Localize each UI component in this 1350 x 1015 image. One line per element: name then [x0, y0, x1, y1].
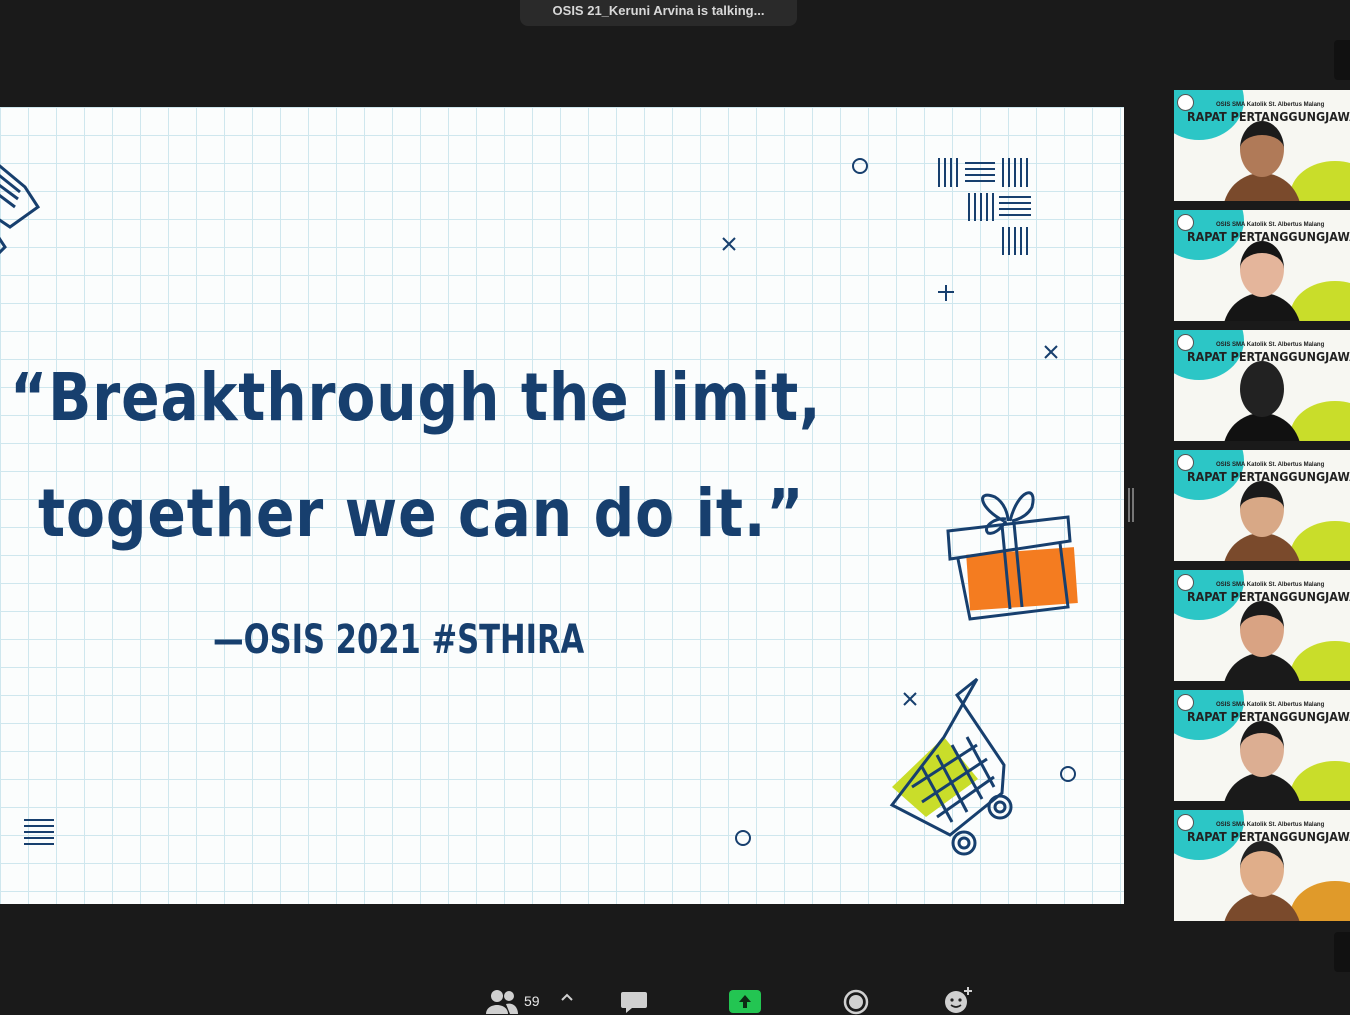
gift-box-icon: [946, 491, 1078, 621]
participants-options-button[interactable]: [561, 992, 573, 1002]
circle-doodle-icon: [735, 830, 751, 846]
participant-video: [1223, 597, 1301, 681]
school-logo-icon: [1177, 454, 1194, 471]
chat-button[interactable]: [620, 990, 648, 1014]
quote-attribution: —OSIS 2021 #STHIRA: [213, 617, 585, 663]
participant-video: [1223, 117, 1301, 201]
share-screen-icon: [729, 990, 761, 1013]
tile-school-name: OSIS SMA Katolik St. Albertus Malang: [1216, 462, 1325, 468]
participant-video-tile[interactable]: OSIS SMA Katolik St. Albertus Malang RAP…: [1174, 570, 1350, 681]
gallery-toggle-button[interactable]: [1334, 40, 1350, 80]
participant-video: [1223, 477, 1301, 561]
shared-screen: “Breakthrough the limit, together we can…: [0, 107, 1124, 904]
tile-school-name: OSIS SMA Katolik St. Albertus Malang: [1216, 702, 1325, 708]
reactions-icon: [945, 987, 972, 1013]
cross-doodle-icon: [722, 237, 736, 251]
chat-icon: [621, 992, 647, 1013]
tile-school-name: OSIS SMA Katolik St. Albertus Malang: [1216, 222, 1325, 228]
participant-video-tile[interactable]: OSIS SMA Katolik St. Albertus Malang RAP…: [1174, 450, 1350, 561]
coins-doodle-icon: [0, 164, 41, 255]
caret-up-icon: [561, 993, 573, 1001]
participant-video-tile[interactable]: OSIS SMA Katolik St. Albertus Malang RAP…: [1174, 210, 1350, 321]
split-view-divider-handle[interactable]: [1128, 488, 1134, 522]
participant-video: [1223, 237, 1301, 321]
quote-line-1: “Breakthrough the limit,: [10, 359, 822, 436]
record-button[interactable]: [843, 989, 869, 1015]
circle-doodle-icon: [1060, 766, 1076, 782]
active-speaker-banner: OSIS 21_Keruni Arvina is talking...: [520, 0, 797, 26]
reactions-button[interactable]: [944, 986, 974, 1014]
tile-school-name: OSIS SMA Katolik St. Albertus Malang: [1216, 582, 1325, 588]
participant-video-tile[interactable]: OSIS SMA Katolik St. Albertus Malang RAP…: [1174, 330, 1350, 441]
school-logo-icon: [1177, 574, 1194, 591]
record-icon: [843, 989, 869, 1015]
participant-video-tile[interactable]: OSIS SMA Katolik St. Albertus Malang RAP…: [1174, 90, 1350, 201]
cross-doodle-icon: [938, 285, 954, 301]
participant-video: [1223, 357, 1301, 441]
participant-video-tile[interactable]: OSIS SMA Katolik St. Albertus Malang RAP…: [1174, 690, 1350, 801]
participants-count: 59: [524, 993, 540, 1009]
tile-school-name: OSIS SMA Katolik St. Albertus Malang: [1216, 342, 1325, 348]
participant-video: [1223, 837, 1301, 921]
lines-doodle-icon: [24, 819, 54, 845]
meeting-toolbar: 59: [0, 980, 1350, 1015]
shopping-cart-icon: [889, 677, 1013, 856]
school-logo-icon: [1177, 814, 1194, 831]
school-logo-icon: [1177, 94, 1194, 111]
quote-line-2: together we can do it.”: [38, 475, 805, 552]
tile-school-name: OSIS SMA Katolik St. Albertus Malang: [1216, 102, 1325, 108]
tile-school-name: OSIS SMA Katolik St. Albertus Malang: [1216, 822, 1325, 828]
school-logo-icon: [1177, 214, 1194, 231]
circle-doodle-icon: [852, 158, 868, 174]
participant-video-tile[interactable]: OSIS SMA Katolik St. Albertus Malang RAP…: [1174, 810, 1350, 921]
school-logo-icon: [1177, 334, 1194, 351]
gallery-scroll-button[interactable]: [1334, 932, 1350, 972]
school-logo-icon: [1177, 694, 1194, 711]
hatch-doodle-icon: [938, 158, 1031, 255]
share-screen-button[interactable]: [729, 990, 761, 1013]
participants-icon: [486, 990, 518, 1014]
participant-video: [1223, 717, 1301, 801]
cross-doodle-icon: [1044, 345, 1058, 359]
participants-button[interactable]: 59: [486, 988, 540, 1014]
participant-gallery: OSIS SMA Katolik St. Albertus Malang RAP…: [1174, 90, 1350, 930]
